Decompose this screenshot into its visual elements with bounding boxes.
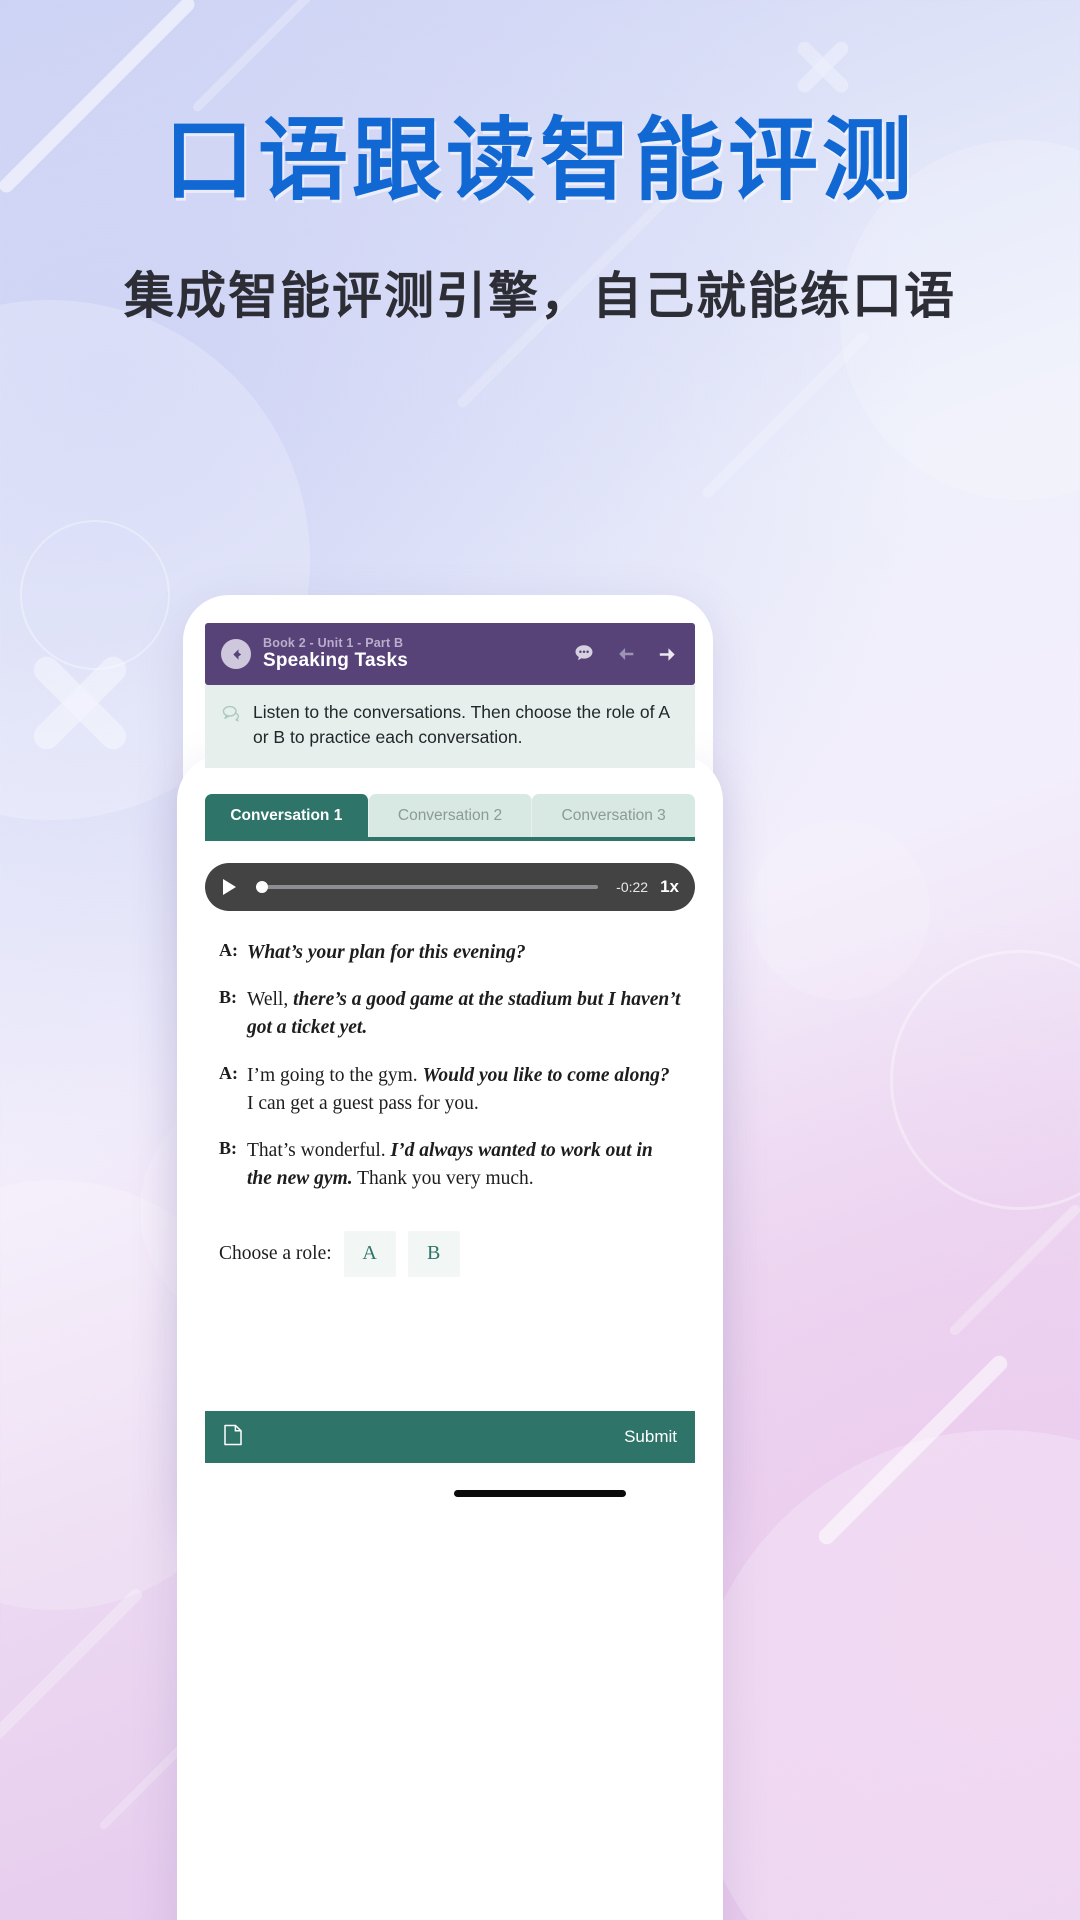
bg-ring — [890, 950, 1080, 1210]
tab-conversation-3[interactable]: Conversation 3 — [532, 793, 695, 837]
audio-player: -0:22 1x — [205, 862, 695, 911]
dialogue-list: A: What’s your plan for this evening? B:… — [205, 911, 695, 1193]
dialogue-line: A: I’m going to the gym. Would you like … — [219, 1062, 681, 1117]
role-chooser: Choose a role: A B — [205, 1213, 695, 1277]
role-button-b[interactable]: B — [407, 1230, 460, 1277]
home-indicator — [454, 1490, 626, 1497]
tabs-container: Conversation 1 Conversation 2 Conversati… — [205, 768, 695, 841]
speaker-label: A: — [219, 939, 238, 960]
document-icon[interactable] — [223, 1424, 243, 1451]
speaker-label: A: — [219, 1062, 238, 1083]
breadcrumb: Book 2 - Unit 1 - Part B — [263, 635, 404, 650]
instruction-text: Listen to the conversations. Then choose… — [253, 702, 670, 748]
bg-streak — [191, 0, 318, 114]
speaker-label: B: — [219, 1138, 237, 1159]
phone-mockup: Book 2 - Unit 1 - Part B Speaking Tasks — [177, 595, 897, 1920]
utterance-text: I’m going to the gym. Would you like to … — [247, 1062, 681, 1117]
app-screen: Book 2 - Unit 1 - Part B Speaking Tasks — [205, 623, 695, 1920]
utterance-plain: Well, — [247, 989, 294, 1011]
utterance-emphasis: What’s your plan for this evening? — [247, 941, 526, 963]
promo-subheadline: 集成智能评测引擎，自己就能练口语 — [124, 267, 956, 324]
app-header: Book 2 - Unit 1 - Part B Speaking Tasks — [205, 623, 695, 685]
utterance-plain: That’s wonderful. — [247, 1140, 391, 1162]
speech-bubbles-icon — [221, 703, 242, 729]
bg-streak — [947, 1202, 1080, 1338]
audio-seek-bar[interactable] — [256, 880, 599, 893]
instruction-banner: Listen to the conversations. Then choose… — [205, 685, 695, 768]
utterance-text: Well, there’s a good game at the stadium… — [247, 986, 681, 1041]
bg-ring — [20, 520, 170, 670]
bg-streak — [700, 329, 871, 501]
playback-rate-button[interactable]: 1x — [660, 877, 679, 897]
utterance-emphasis: there’s a good game at the stadium but I… — [247, 989, 681, 1039]
tab-conversation-1[interactable]: Conversation 1 — [205, 793, 369, 837]
dialogue-line: B: Well, there’s a good game at the stad… — [219, 986, 681, 1041]
utterance-plain: I can get a guest pass for you. — [247, 1092, 479, 1114]
bg-streak — [0, 1586, 145, 1744]
header-title-group: Book 2 - Unit 1 - Part B Speaking Tasks — [263, 636, 572, 672]
chat-bubble-icon[interactable] — [572, 642, 596, 666]
dialogue-line: B: That’s wonderful. I’d always wanted t… — [219, 1137, 681, 1192]
submit-bar[interactable]: Submit — [205, 1411, 695, 1463]
promo-headline: 口语跟读智能评测 — [164, 111, 916, 211]
speaker-label: B: — [219, 987, 237, 1008]
role-button-a[interactable]: A — [343, 1230, 396, 1277]
conversation-tabs: Conversation 1 Conversation 2 Conversati… — [205, 793, 695, 841]
audio-seek-handle[interactable] — [256, 880, 268, 893]
arrow-left-icon[interactable] — [615, 643, 637, 665]
utterance-plain: Thank you very much. — [352, 1167, 534, 1189]
arrow-right-icon[interactable] — [656, 643, 679, 666]
back-arrow-circle-icon[interactable] — [221, 639, 251, 669]
utterance-text: That’s wonderful. I’d always wanted to w… — [247, 1137, 681, 1192]
header-action-icons — [572, 642, 679, 666]
promo-text-block: 口语跟读智能评测 集成智能评测引擎，自己就能练口语 — [0, 110, 1080, 328]
role-chooser-label: Choose a role: — [219, 1242, 332, 1264]
utterance-emphasis: Would you like to come along? — [422, 1064, 670, 1086]
page-title: Speaking Tasks — [263, 650, 409, 672]
submit-button[interactable]: Submit — [624, 1427, 677, 1447]
utterance-text: What’s your plan for this evening? — [247, 939, 681, 967]
dialogue-line: A: What’s your plan for this evening? — [219, 939, 681, 967]
audio-time-remaining: -0:22 — [616, 878, 649, 895]
utterance-plain: I’m going to the gym. — [247, 1064, 423, 1086]
tab-conversation-2[interactable]: Conversation 2 — [368, 793, 533, 837]
play-icon[interactable] — [223, 878, 236, 895]
